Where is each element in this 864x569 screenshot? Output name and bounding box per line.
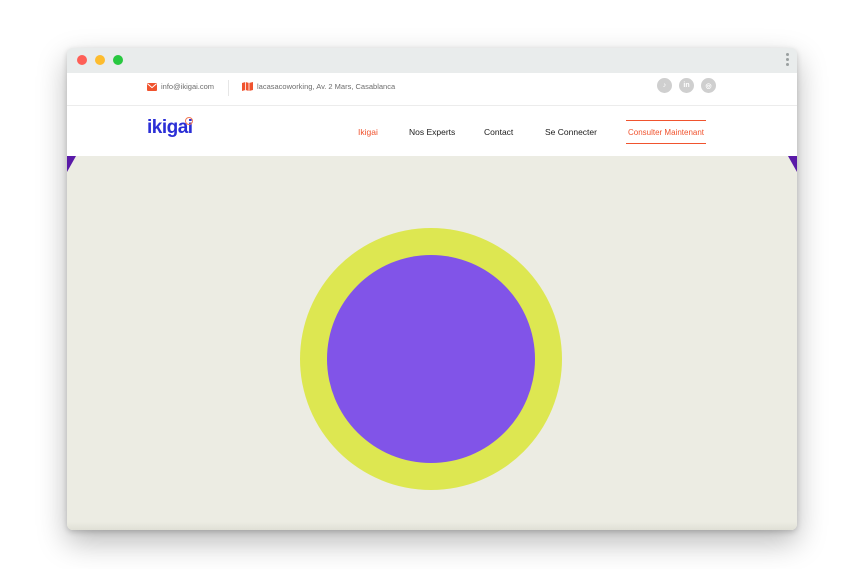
tiktok-icon[interactable]: ♪ — [657, 78, 672, 93]
main-navbar: ikigai Ikigai Nos Experts Contact Se Con… — [67, 106, 797, 156]
more-options-icon[interactable] — [786, 53, 790, 68]
nav-link-ikigai[interactable]: Ikigai — [358, 127, 378, 137]
hero-bottom-edge — [67, 522, 797, 530]
hero-ring-circle — [300, 228, 562, 490]
browser-window: info@ikigai.com lacasacoworking, Av. 2 M… — [67, 48, 797, 530]
linkedin-icon[interactable]: in — [679, 78, 694, 93]
nav-link-se-connecter[interactable]: Se Connecter — [545, 127, 597, 137]
minimize-window-button[interactable] — [95, 55, 105, 65]
address-contact[interactable]: lacasacoworking, Av. 2 Mars, Casablanca — [242, 82, 395, 91]
email-contact[interactable]: info@ikigai.com — [147, 82, 214, 91]
consulter-maintenant-button[interactable]: Consulter Maintenant — [626, 120, 706, 144]
address-text: lacasacoworking, Av. 2 Mars, Casablanca — [257, 82, 396, 91]
logo-magnifier-icon — [185, 117, 193, 125]
close-window-button[interactable] — [77, 55, 87, 65]
nav-link-nos-experts[interactable]: Nos Experts — [409, 127, 455, 137]
map-icon — [242, 82, 253, 91]
instagram-icon[interactable]: ◎ — [701, 78, 716, 93]
contact-topbar: info@ikigai.com lacasacoworking, Av. 2 M… — [67, 73, 797, 106]
corner-decoration-left — [67, 156, 76, 172]
hero-section — [67, 156, 797, 530]
window-chrome — [67, 48, 797, 73]
maximize-window-button[interactable] — [113, 55, 123, 65]
corner-decoration-right — [788, 156, 797, 172]
nav-link-contact[interactable]: Contact — [484, 127, 513, 137]
email-text: info@ikigai.com — [161, 82, 215, 91]
topbar-divider — [228, 80, 229, 96]
envelope-icon — [147, 82, 157, 91]
hero-inner-circle — [327, 255, 535, 463]
